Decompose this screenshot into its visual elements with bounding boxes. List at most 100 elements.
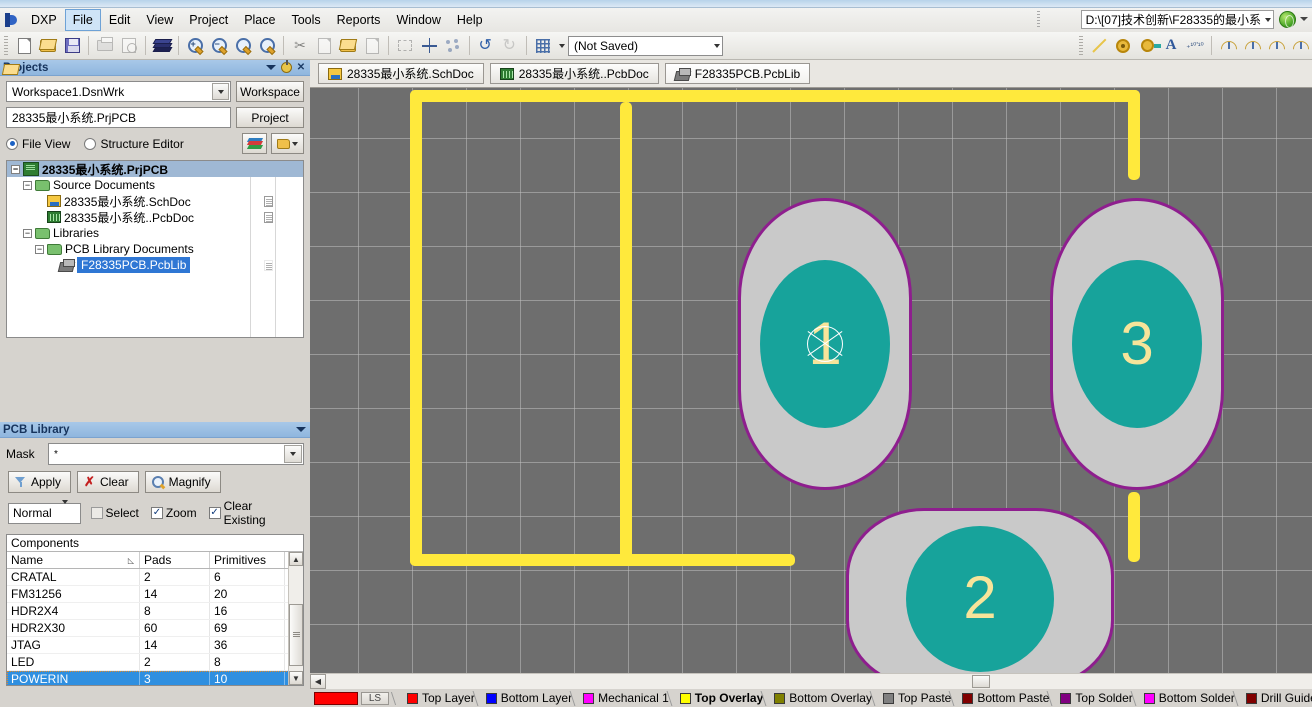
components-scrollbar[interactable]: ▲ ▼ bbox=[288, 552, 303, 685]
clear-button[interactable]: ✗ Clear bbox=[77, 471, 139, 493]
tree-item-libraries[interactable]: − Libraries bbox=[7, 225, 303, 241]
project-button[interactable]: Project bbox=[236, 107, 304, 128]
table-row[interactable]: HDR2X30 60 69 bbox=[7, 620, 303, 637]
new-document-icon[interactable] bbox=[13, 35, 35, 57]
layer-tab-bottom-solder[interactable]: Bottom Solder bbox=[1139, 690, 1245, 707]
clear-existing-checkbox[interactable]: ✓ bbox=[208, 507, 221, 519]
layers-icon[interactable] bbox=[151, 35, 173, 57]
menu-dxp[interactable]: DXP bbox=[23, 9, 65, 31]
magnify-button[interactable]: Magnify bbox=[144, 471, 221, 493]
place-coordinate-icon[interactable]: ₊¹⁰'¹⁰ bbox=[1184, 35, 1206, 57]
select-checkbox[interactable] bbox=[90, 507, 103, 519]
layer-tab-top-paste[interactable]: Top Paste bbox=[878, 690, 961, 707]
close-icon[interactable]: ✕ bbox=[295, 62, 307, 74]
toolbar-grip[interactable] bbox=[4, 35, 8, 56]
silk-segment[interactable] bbox=[1128, 90, 1140, 180]
column-header-pads[interactable]: Pads bbox=[140, 552, 210, 568]
components-table[interactable]: Components Name ◺ Pads Primitives CRATAL… bbox=[6, 534, 304, 686]
zoom-document-icon[interactable] bbox=[232, 35, 254, 57]
grid-icon[interactable] bbox=[532, 35, 554, 57]
project-path-combo[interactable]: D:\[07]技术创新\F28335的最小系 bbox=[1080, 10, 1274, 29]
workspace-button[interactable]: Workspace bbox=[236, 81, 304, 102]
mode-combo[interactable]: Normal bbox=[8, 500, 81, 524]
print-preview-icon[interactable] bbox=[118, 35, 140, 57]
panel-menu-chevron-icon[interactable] bbox=[295, 424, 307, 436]
menu-edit[interactable]: Edit bbox=[101, 9, 139, 31]
project-tree[interactable]: − 28335最小系统.PrjPCB − Source Documents 28… bbox=[6, 160, 304, 338]
table-row[interactable]: JTAG 14 36 bbox=[7, 637, 303, 654]
chevron-down-icon[interactable] bbox=[1300, 17, 1308, 21]
scroll-down-icon[interactable]: ▼ bbox=[289, 671, 303, 685]
tree-item-pcblib[interactable]: F28335PCB.PcbLib bbox=[7, 257, 303, 273]
layer-tab-mechanical-1[interactable]: Mechanical 1 bbox=[578, 690, 679, 707]
move-icon[interactable] bbox=[418, 35, 440, 57]
expander-icon[interactable]: − bbox=[35, 244, 44, 254]
zoom-area-icon[interactable] bbox=[256, 35, 278, 57]
column-header-primitives[interactable]: Primitives bbox=[210, 552, 285, 568]
silk-segment[interactable] bbox=[410, 90, 422, 566]
tree-item-source-documents[interactable]: − Source Documents bbox=[7, 177, 303, 193]
doc-tab-pcblib[interactable]: F28335PCB.PcbLib bbox=[664, 63, 811, 84]
document-state-combo[interactable]: (Not Saved) bbox=[568, 35, 723, 56]
menu-help[interactable]: Help bbox=[449, 9, 491, 31]
select-area-icon[interactable] bbox=[394, 35, 416, 57]
copy-icon[interactable] bbox=[313, 35, 335, 57]
tree-item-pcb-library-documents[interactable]: − PCB Library Documents bbox=[7, 241, 303, 257]
tree-item-pcbdoc[interactable]: 28335最小系统..PcbDoc bbox=[7, 209, 303, 225]
chevron-down-icon[interactable] bbox=[212, 83, 229, 100]
place-arc-any-icon[interactable] bbox=[1265, 35, 1287, 57]
doc-tab-schdoc[interactable]: 28335最小系统.SchDoc bbox=[318, 63, 484, 84]
menu-view[interactable]: View bbox=[138, 9, 181, 31]
zoom-checkbox[interactable]: ✓ bbox=[150, 507, 163, 519]
expander-icon[interactable]: − bbox=[11, 164, 20, 174]
layer-sets-button[interactable]: LS bbox=[361, 691, 389, 705]
structure-editor-label[interactable]: Structure Editor bbox=[100, 137, 183, 151]
place-full-circle-icon[interactable] bbox=[1289, 35, 1311, 57]
pad-1[interactable]: 1 bbox=[738, 198, 912, 490]
expander-icon[interactable]: − bbox=[23, 180, 32, 190]
doc-tab-pcbdoc[interactable]: 28335最小系统..PcbDoc bbox=[489, 63, 659, 84]
open-folder-icon[interactable] bbox=[37, 35, 59, 57]
panel-menu-chevron-icon[interactable] bbox=[265, 62, 277, 74]
column-header-name[interactable]: Name ◺ bbox=[7, 552, 140, 568]
file-view-radio[interactable] bbox=[6, 137, 18, 150]
scroll-left-icon[interactable]: ◀ bbox=[310, 674, 326, 689]
align-icon[interactable] bbox=[442, 35, 464, 57]
menu-place[interactable]: Place bbox=[236, 9, 283, 31]
layer-tab-top-overlay[interactable]: Top Overlay bbox=[675, 690, 773, 707]
project-documents-icon[interactable] bbox=[271, 133, 304, 154]
mask-input[interactable]: * bbox=[48, 443, 304, 465]
chevron-down-icon[interactable] bbox=[284, 445, 302, 463]
silk-segment[interactable] bbox=[1128, 492, 1140, 562]
zoom-out-icon[interactable]: − bbox=[208, 35, 230, 57]
menu-file[interactable]: File bbox=[64, 9, 101, 31]
table-row[interactable]: POWERIN 3 10 bbox=[7, 671, 303, 685]
tree-item-schdoc[interactable]: 28335最小系统.SchDoc bbox=[7, 193, 303, 209]
table-row[interactable]: LED 2 8 bbox=[7, 654, 303, 671]
scroll-up-icon[interactable]: ▲ bbox=[289, 552, 303, 566]
file-view-label[interactable]: File View bbox=[22, 137, 70, 151]
pad-3[interactable]: 3 bbox=[1050, 198, 1224, 490]
pin-icon[interactable] bbox=[280, 60, 292, 74]
table-row[interactable]: HDR2X4 8 16 bbox=[7, 603, 303, 620]
zoom-in-icon[interactable]: + bbox=[184, 35, 206, 57]
scrollbar-thumb[interactable] bbox=[972, 675, 990, 688]
paste-special-icon[interactable] bbox=[361, 35, 383, 57]
layer-tab-top-layer[interactable]: Top Layer bbox=[402, 690, 485, 707]
workspace-combo[interactable]: Workspace1.DsnWrk bbox=[6, 81, 231, 102]
layer-tab-bottom-overlay[interactable]: Bottom Overlay bbox=[769, 690, 882, 707]
layer-tab-drill-guide[interactable]: Drill Guide bbox=[1241, 690, 1312, 707]
layer-tab-bottom-layer[interactable]: Bottom Layer bbox=[481, 690, 582, 707]
redo-icon[interactable]: ↻ bbox=[499, 35, 521, 57]
layer-tab-bottom-paste[interactable]: Bottom Paste bbox=[957, 690, 1059, 707]
chevron-down-icon[interactable] bbox=[61, 500, 80, 522]
silk-segment[interactable] bbox=[410, 90, 1140, 102]
active-layer-color-swatch[interactable] bbox=[314, 691, 358, 705]
place-arc-center-icon[interactable] bbox=[1217, 35, 1239, 57]
tree-item-project[interactable]: − 28335最小系统.PrjPCB bbox=[7, 161, 303, 177]
clear-existing-label[interactable]: Clear Existing bbox=[224, 499, 292, 527]
table-row[interactable]: FM31256 14 20 bbox=[7, 586, 303, 603]
scrollbar-thumb[interactable] bbox=[289, 604, 303, 666]
silk-segment[interactable] bbox=[620, 102, 632, 566]
cut-icon[interactable]: ✂ bbox=[289, 35, 311, 57]
